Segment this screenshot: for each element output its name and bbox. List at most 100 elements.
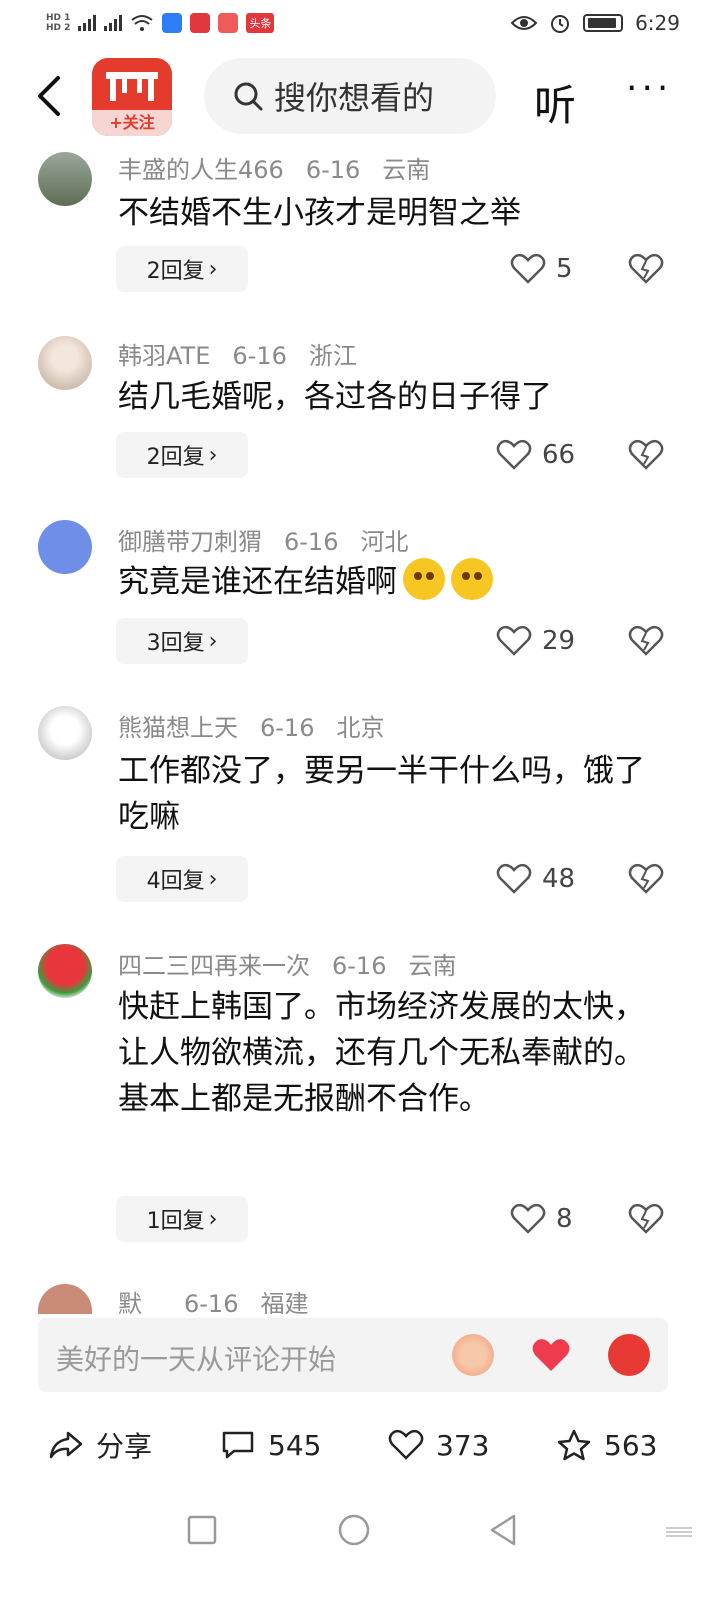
app-icon — [190, 13, 211, 33]
signal-icon-2 — [104, 15, 123, 31]
comment-location: 福建 — [260, 1290, 309, 1314]
username[interactable]: 默 — [118, 1290, 142, 1314]
replies-button[interactable]: 2回复 › — [116, 246, 248, 292]
like-button[interactable]: 48 — [496, 856, 575, 902]
username[interactable]: 丰盛的人生466 — [118, 156, 284, 184]
status-bar: HD 1 HD 2 头条 6:29 — [0, 0, 720, 46]
replies-label: 2回复 — [146, 445, 205, 470]
comment-input-placeholder: 美好的一天从评论开始 — [56, 1343, 337, 1376]
like-count: 29 — [542, 626, 576, 656]
more-button[interactable]: ··· — [626, 68, 672, 109]
heart-icon — [510, 253, 546, 284]
replies-button[interactable]: 3回复 › — [116, 618, 248, 664]
sim-indicator: HD 1 HD 2 — [46, 13, 70, 33]
comment-meta: 默 6-16 福建 — [118, 1284, 330, 1314]
like-button[interactable]: 8 — [510, 1196, 573, 1242]
comment-location: 云南 — [408, 952, 457, 980]
comment-text: 结几毛婚呢，各过各的日子得了 — [118, 379, 552, 415]
pleading-face-icon — [403, 558, 445, 600]
dislike-button[interactable] — [628, 856, 664, 902]
angry-face-icon[interactable] — [608, 1334, 650, 1376]
heart-icon — [388, 1429, 424, 1460]
comment-meta: 四二三四再来一次 6-16 云南 — [118, 946, 478, 981]
heart-icon — [496, 439, 532, 470]
favorite-count: 563 — [604, 1428, 658, 1462]
comment-location: 河北 — [360, 528, 409, 556]
broken-heart-icon — [628, 625, 664, 656]
favorite-button[interactable]: 563 — [556, 1420, 657, 1470]
broken-heart-icon — [628, 1203, 664, 1234]
avatar[interactable] — [38, 520, 92, 574]
comments-button[interactable]: 545 — [220, 1420, 321, 1470]
avatar[interactable] — [38, 152, 92, 206]
back-icon[interactable] — [30, 72, 70, 120]
system-nav-bar — [0, 1500, 720, 1560]
avatar[interactable] — [38, 944, 92, 998]
comment-location: 云南 — [382, 156, 431, 184]
replies-button[interactable]: 1回复 › — [116, 1196, 248, 1242]
recents-icon[interactable] — [186, 1514, 218, 1546]
top-bar: +关注 搜你想看的 听 ··· — [0, 52, 720, 140]
username[interactable]: 四二三四再来一次 — [118, 952, 310, 980]
dislike-button[interactable] — [628, 246, 664, 292]
dislike-button[interactable] — [628, 618, 664, 664]
article-like-count: 373 — [436, 1428, 490, 1462]
username[interactable]: 熊猫想上天 — [118, 714, 238, 742]
pleading-face-icon — [451, 558, 493, 600]
app-icon-2 — [218, 13, 239, 33]
like-button[interactable]: 66 — [496, 432, 575, 478]
heart-icon — [510, 1203, 546, 1234]
username[interactable]: 韩羽ATE — [118, 342, 210, 370]
eye-icon — [511, 16, 538, 30]
comment-meta: 韩羽ATE 6-16 浙江 — [118, 336, 379, 371]
broken-heart-icon — [628, 439, 664, 470]
comment-meta: 御膳带刀刺猬 6-16 河北 — [118, 522, 430, 557]
heart-reaction-icon[interactable] — [530, 1334, 572, 1376]
comment-text: 不结婚不生小孩才是明智之举 — [118, 195, 521, 231]
dislike-button[interactable] — [628, 432, 664, 478]
chevron-right-icon: › — [208, 628, 218, 654]
replies-label: 3回复 — [146, 631, 205, 656]
search-box[interactable]: 搜你想看的 — [204, 58, 496, 134]
replies-button[interactable]: 4回复 › — [116, 856, 248, 902]
chevron-right-icon: › — [208, 866, 218, 892]
like-count: 5 — [556, 254, 573, 284]
sim1-label: HD 1 — [46, 13, 71, 23]
comment-date: 6-16 — [305, 156, 361, 184]
clock: 6:29 — [635, 11, 680, 35]
comment-date: 6-16 — [184, 1290, 239, 1314]
like-button[interactable]: 29 — [496, 618, 575, 664]
comment-count: 545 — [268, 1428, 322, 1462]
avatar[interactable] — [38, 1284, 92, 1314]
comment-location: 浙江 — [308, 342, 357, 370]
avatar[interactable] — [38, 336, 92, 390]
comment-input[interactable]: 美好的一天从评论开始 — [38, 1318, 668, 1392]
listen-button[interactable]: 听 — [534, 72, 576, 133]
signal-icon — [78, 15, 97, 31]
wifi-icon — [131, 15, 154, 31]
comment-icon — [222, 1431, 254, 1459]
chevron-right-icon: › — [208, 256, 218, 282]
chevron-right-icon: › — [208, 1206, 218, 1232]
alarm-icon — [551, 15, 570, 33]
avatar[interactable] — [38, 706, 92, 760]
clap-icon[interactable] — [452, 1334, 494, 1376]
chevron-right-icon: › — [208, 442, 218, 468]
replies-button[interactable]: 2回复 › — [116, 432, 248, 478]
comment-date: 6-16 — [332, 952, 387, 980]
username[interactable]: 御膳带刀刺猬 — [118, 528, 262, 556]
star-icon — [557, 1429, 591, 1461]
back-nav-icon[interactable] — [486, 1512, 520, 1548]
like-button[interactable]: 5 — [510, 246, 573, 292]
follow-button[interactable]: +关注 — [92, 110, 172, 136]
search-icon — [234, 82, 263, 111]
dislike-button[interactable] — [628, 1196, 664, 1242]
comment-meta: 丰盛的人生466 6-16 云南 — [118, 150, 452, 185]
account-logo[interactable]: +关注 — [92, 58, 172, 136]
like-article-button[interactable]: 373 — [388, 1420, 489, 1470]
replies-label: 1回复 — [146, 1209, 205, 1234]
home-icon[interactable] — [336, 1512, 372, 1548]
battery-icon — [583, 14, 624, 32]
share-button[interactable]: 分享 — [48, 1420, 152, 1470]
sim2-label: HD 2 — [46, 23, 71, 33]
